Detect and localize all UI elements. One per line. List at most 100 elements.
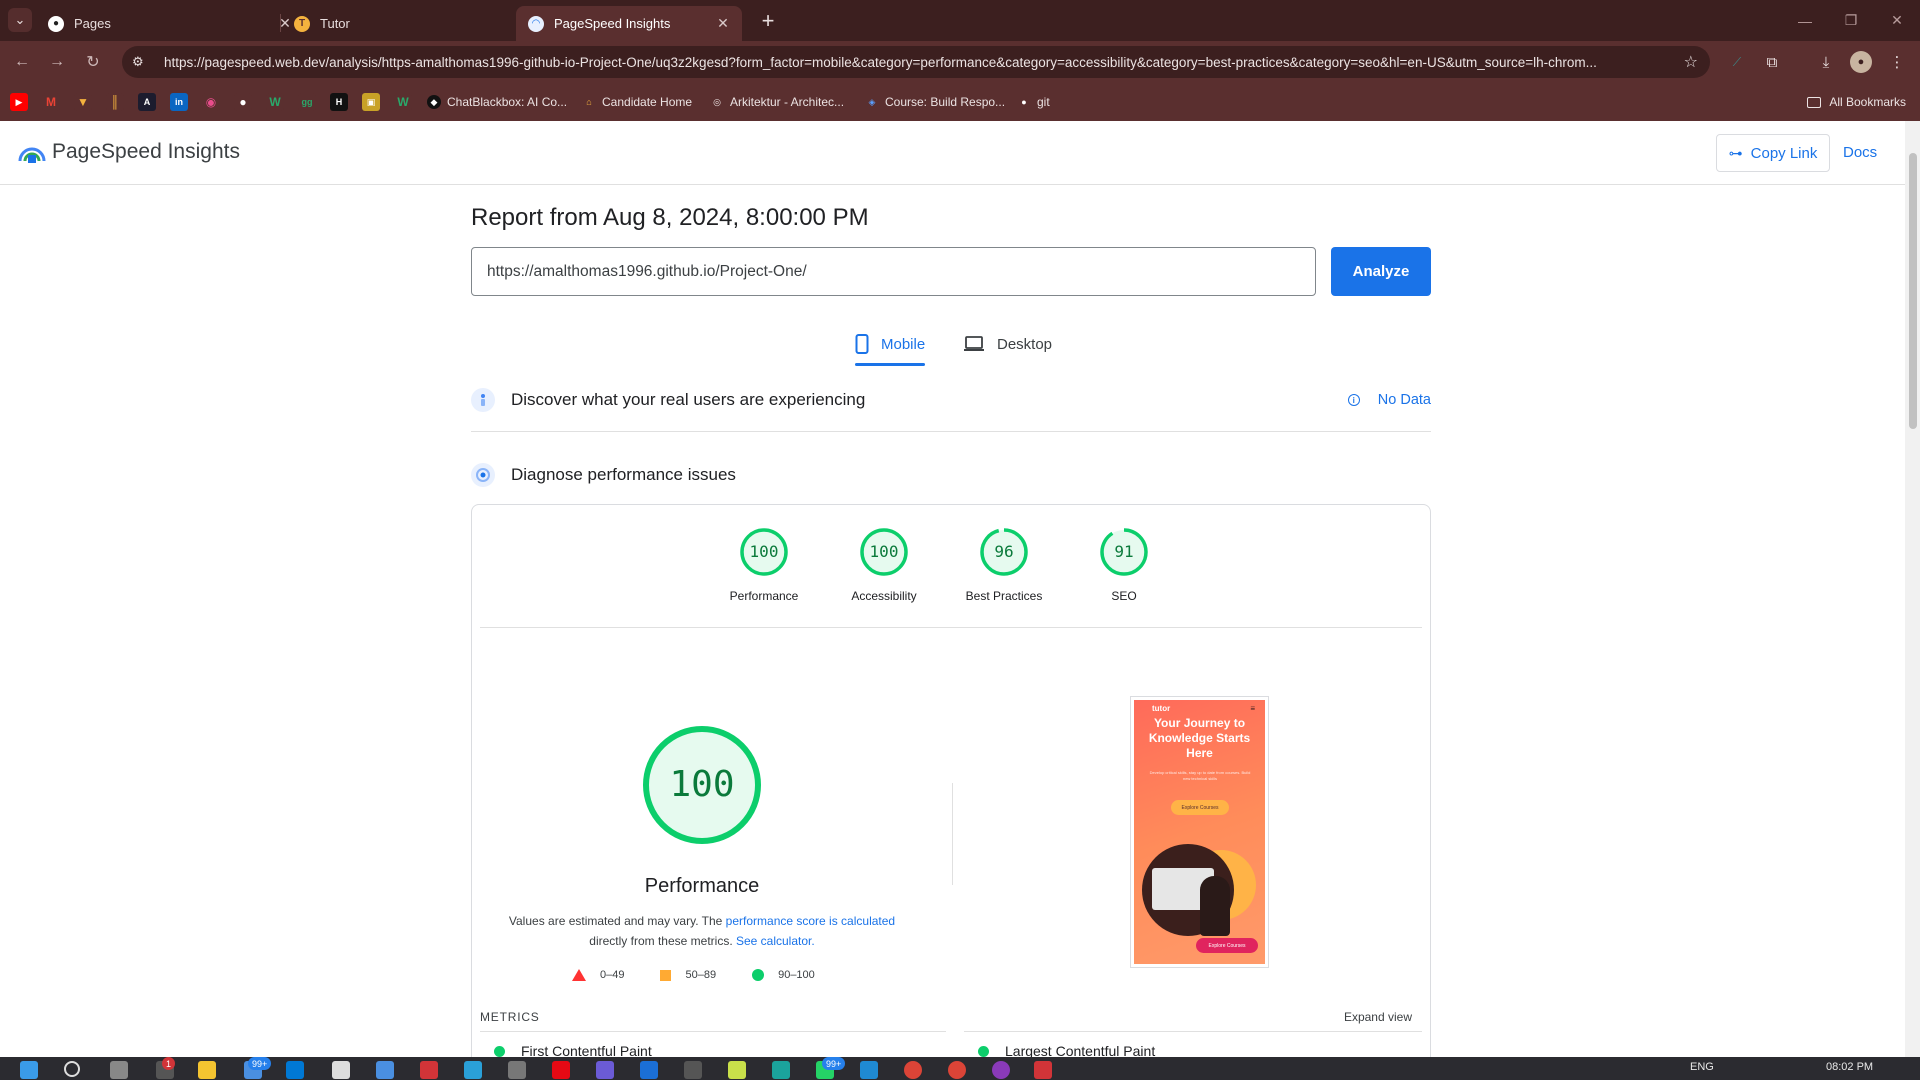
tab-mobile[interactable]: Mobile — [855, 324, 926, 366]
hackerrank-icon[interactable]: H — [330, 93, 348, 111]
bookmark-star-icon[interactable]: ☆ — [1684, 52, 1698, 72]
pagespeed-logo-icon — [18, 147, 46, 163]
gauge-label: Best Practices — [965, 589, 1043, 603]
app-icon[interactable] — [640, 1061, 658, 1079]
search-icon[interactable] — [64, 1061, 80, 1077]
tab-search-chevron-icon[interactable]: ⌄ — [8, 8, 32, 32]
tab-desktop-label: Desktop — [997, 335, 1053, 353]
task-view-icon[interactable] — [110, 1061, 128, 1079]
app-icon[interactable] — [1034, 1061, 1052, 1079]
linkedin-icon[interactable]: in — [170, 93, 188, 111]
pycharm-icon[interactable] — [728, 1061, 746, 1079]
note-text: Values are estimated and may vary. The — [508, 914, 726, 928]
tab-pages[interactable]: ● Pages ✕ — [36, 6, 304, 41]
download-icon[interactable]: ⤓ — [1813, 49, 1839, 75]
angular-icon[interactable]: A — [138, 93, 156, 111]
all-bookmarks[interactable]: All Bookmarks — [1807, 92, 1906, 112]
gg-icon[interactable]: gg — [298, 93, 316, 111]
gauge-best-practices[interactable]: 96 Best Practices — [944, 527, 1064, 603]
file-explorer-icon[interactable] — [198, 1061, 216, 1079]
scrollbar-thumb[interactable] — [1909, 153, 1917, 429]
app-icon[interactable] — [772, 1061, 790, 1079]
reload-icon[interactable]: ↻ — [80, 49, 106, 75]
bookmark-git[interactable]: ● git — [1017, 92, 1049, 112]
bookmark-course[interactable]: ◈ Course: Build Respo... — [865, 92, 1006, 112]
tab-title: Tutor — [320, 16, 350, 31]
chart-bars-icon[interactable]: ║ — [106, 93, 124, 111]
chrome-icon[interactable] — [904, 1061, 922, 1079]
restore-icon[interactable]: ❐ — [1828, 0, 1874, 41]
see-calculator-link[interactable]: See calculator. — [736, 934, 815, 948]
close-window-icon[interactable]: ✕ — [1874, 0, 1920, 41]
close-icon[interactable]: ✕ — [712, 13, 734, 35]
youtube-icon[interactable]: ▶ — [10, 93, 28, 111]
bookmark-chatblackbox[interactable]: ◆ ChatBlackbox: AI Co... — [427, 92, 567, 112]
gauge-accessibility[interactable]: 100 Accessibility — [824, 527, 944, 603]
url-input[interactable] — [471, 247, 1316, 296]
gauge-seo[interactable]: 91 SEO — [1064, 527, 1184, 603]
tab-pagespeed[interactable]: ◠ PageSpeed Insights ✕ — [516, 6, 742, 41]
score-ring: 91 — [1099, 527, 1149, 577]
vscode-icon[interactable] — [860, 1061, 878, 1079]
page-scrollbar[interactable] — [1905, 121, 1920, 1057]
gauge-performance[interactable]: 100 Performance — [704, 527, 824, 603]
bookmark-arkitektur[interactable]: ◎ Arkitektur - Architec... — [710, 92, 844, 112]
windows-start-icon[interactable] — [20, 1061, 38, 1079]
score-value: 96 — [994, 542, 1014, 561]
gmail-icon[interactable]: M — [42, 93, 60, 111]
no-data-link[interactable]: i No Data — [1347, 392, 1431, 408]
legend-fail: 0–49 — [572, 969, 624, 981]
github-icon[interactable]: ● — [234, 93, 252, 111]
docs-link[interactable]: Docs — [1843, 144, 1877, 161]
tab-tutor[interactable]: T Tutor ✕ — [282, 6, 550, 41]
performance-score: 100 — [669, 764, 735, 805]
copy-link-button[interactable]: ⊶ Copy Link — [1716, 134, 1830, 172]
score-ring: 100 — [859, 527, 909, 577]
site-info-icon[interactable]: ⚙ — [132, 54, 152, 70]
app-icon[interactable] — [684, 1061, 702, 1079]
app-icon[interactable] — [376, 1061, 394, 1079]
discover-section[interactable]: Discover what your real users are experi… — [471, 385, 1431, 415]
netflix-icon[interactable] — [552, 1061, 570, 1079]
new-tab-plus-icon[interactable]: + — [755, 8, 781, 34]
w-green-icon[interactable]: W — [394, 93, 412, 111]
chrome-profile-icon[interactable] — [948, 1061, 966, 1079]
address-bar[interactable]: ⚙ https://pagespeed.web.dev/analysis/htt… — [122, 46, 1710, 78]
avatar: ● — [1850, 51, 1872, 73]
analyze-button[interactable]: Analyze — [1331, 247, 1431, 296]
performance-big-gauge: 100 — [642, 725, 762, 845]
bookmark-candidate-home[interactable]: ⌂ Candidate Home — [582, 92, 692, 112]
profile-avatar-button[interactable]: ● — [1848, 49, 1874, 75]
thumbnail-button: Explore Courses — [1171, 800, 1229, 815]
legend-label: 90–100 — [778, 969, 815, 981]
language-indicator[interactable]: ENG — [1690, 1061, 1714, 1073]
telegram-icon[interactable] — [464, 1061, 482, 1079]
performance-title: Performance — [644, 875, 760, 897]
score-calculated-link[interactable]: performance score is calculated — [726, 914, 895, 928]
outlook-icon[interactable] — [286, 1061, 304, 1079]
forward-arrow-icon[interactable]: → — [44, 49, 70, 75]
kebab-menu-icon[interactable]: ⋮ — [1884, 49, 1910, 75]
legend-label: 50–89 — [685, 969, 717, 981]
extensions-puzzle-icon[interactable]: ⧉ — [1759, 49, 1785, 75]
address-url[interactable]: https://pagespeed.web.dev/analysis/https… — [164, 55, 1664, 70]
expand-view-toggle[interactable]: Expand view — [1344, 1010, 1412, 1024]
shield-icon[interactable]: ▼ — [74, 93, 92, 111]
minimize-icon[interactable]: — — [1782, 0, 1828, 41]
tab-desktop[interactable]: Desktop — [963, 324, 1052, 364]
tab-title: Pages — [74, 16, 111, 31]
app-icon[interactable] — [508, 1061, 526, 1079]
page-screenshot-thumbnail[interactable]: tutor ≡ Your Journey to Knowledge Starts… — [1130, 696, 1269, 968]
app-icon[interactable] — [420, 1061, 438, 1079]
extension-icon[interactable]: ⟋ — [1724, 49, 1750, 75]
app-icon[interactable] — [992, 1061, 1010, 1079]
green-circle-icon — [752, 969, 765, 981]
clock[interactable]: 08:02 PM — [1826, 1061, 1873, 1073]
app-icon[interactable] — [596, 1061, 614, 1079]
w-icon[interactable]: W — [266, 93, 284, 111]
brand-title[interactable]: PageSpeed Insights — [52, 140, 240, 164]
app-icon[interactable] — [332, 1061, 350, 1079]
swirl-icon[interactable]: ◉ — [202, 93, 220, 111]
image-icon[interactable]: ▣ — [362, 93, 380, 111]
back-arrow-icon[interactable]: ← — [9, 49, 35, 75]
